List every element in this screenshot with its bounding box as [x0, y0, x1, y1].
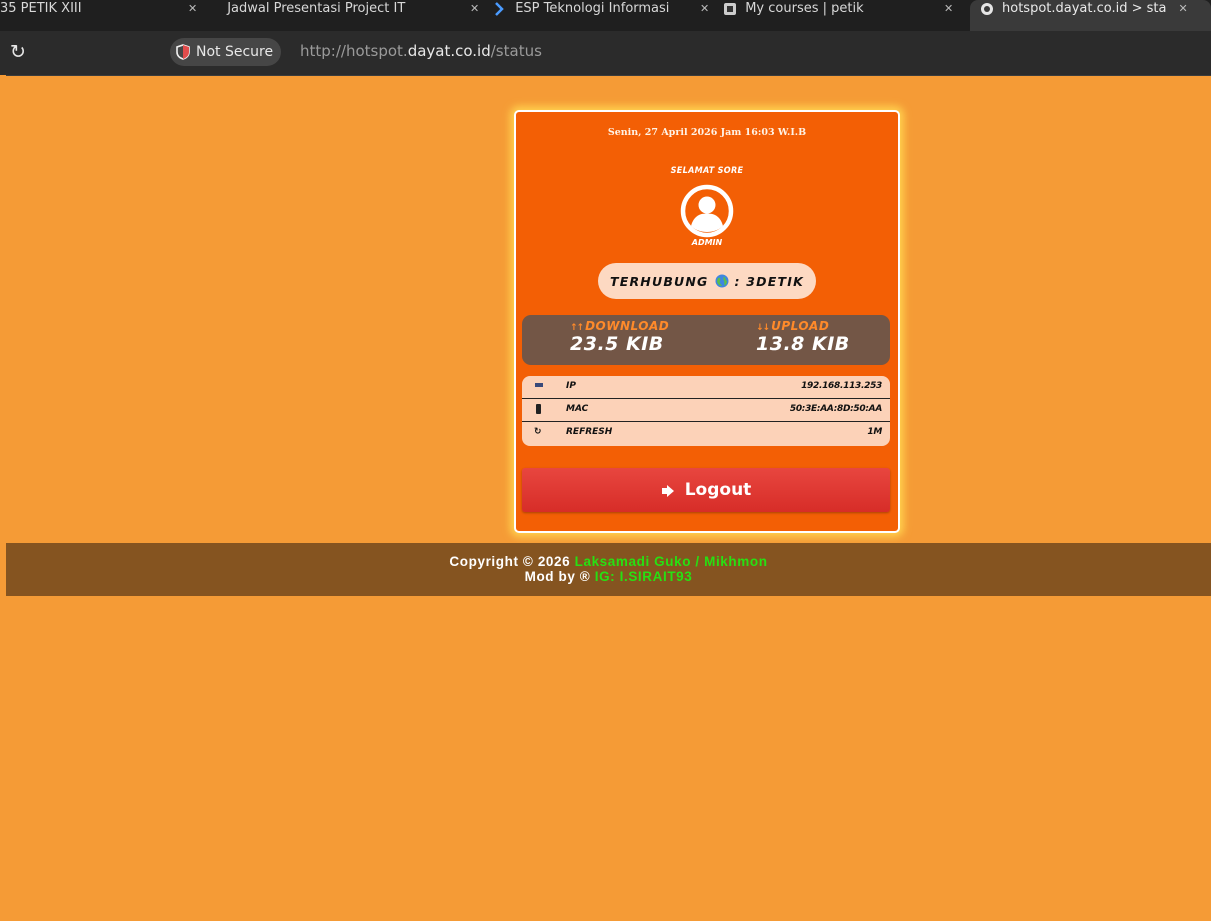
browser-tab[interactable]: 35 PETIK XIII [0, 0, 150, 31]
browser-tab[interactable]: ✕ Jadwal Presentasi Project IT [188, 0, 468, 31]
url-field[interactable]: http://hotspot.dayat.co.id/status [300, 42, 542, 60]
tab-title: hotspot.dayat.co.id > sta [1002, 1, 1167, 16]
copyright-line: Copyright © 2026 Laksamadi Guko / Mikhmo… [6, 554, 1211, 569]
connection-status-badge: TERHUBUNG : 3DETIK [598, 263, 816, 299]
tab-title: ESP Teknologi Informasi [515, 1, 670, 16]
datetime-text: Senin, 27 April 2026 Jam 16:03 W.I.B [607, 127, 807, 138]
info-label: IP [566, 381, 576, 391]
browser-tab[interactable]: ✕ My courses | petik [700, 0, 940, 31]
status-card: Senin, 27 April 2026 Jam 16:03 W.I.B SEL… [514, 110, 900, 533]
upload-stat: ↓↓ UPLOAD 13.8 KIB [756, 319, 896, 355]
info-label: REFRESH [566, 427, 613, 437]
mod-line: Mod by ® IG: I.SIRAIT93 [6, 569, 1211, 584]
globe-icon [715, 274, 729, 288]
url-prefix: http://hotspot. [300, 42, 408, 60]
close-icon[interactable]: ✕ [1178, 2, 1187, 15]
close-icon[interactable]: ✕ [944, 2, 953, 15]
browser-tab[interactable]: ✕ ESP Teknologi Informasi [470, 0, 720, 31]
info-row-ip: IP 192.168.113.253 [522, 376, 890, 399]
download-label: DOWNLOAD [585, 319, 670, 333]
mikhmon-link[interactable]: Laksamadi Guko / Mikhmon [575, 554, 768, 569]
mod-text: Mod by ® [524, 569, 591, 584]
logout-label: Logout [684, 480, 752, 500]
shield-icon [176, 44, 190, 60]
username-text: ADMIN [691, 238, 723, 247]
tab-title: 35 PETIK XIII [0, 1, 82, 16]
tab-title: Jadwal Presentasi Project IT [227, 1, 406, 16]
info-label: MAC [566, 404, 589, 414]
upload-label: UPLOAD [771, 319, 830, 333]
connection-uptime: : 3DETIK [734, 273, 804, 289]
close-icon[interactable]: ✕ [700, 2, 709, 15]
greeting-text: SELAMAT SORE [670, 166, 744, 176]
session-info-table: IP 192.168.113.253 MAC 50:3E:AA:8D:50:AA… [522, 376, 890, 446]
logout-button[interactable]: Logout [522, 468, 890, 512]
info-row-refresh: ↻ REFRESH 1M [522, 422, 890, 444]
copyright-text: Copyright © 2026 [449, 554, 571, 569]
security-indicator[interactable]: Not Secure [170, 38, 282, 66]
monitor-icon [534, 381, 544, 392]
connection-label: TERHUBUNG [610, 273, 709, 289]
tab-favicon-icon [980, 2, 994, 16]
sign-out-icon [661, 483, 675, 497]
browser-tab-bar: 35 PETIK XIII ✕ Jadwal Presentasi Projec… [0, 0, 1211, 31]
page-edge [0, 75, 6, 921]
tab-favicon-icon [723, 2, 737, 16]
upload-value: 13.8 KIB [756, 333, 850, 355]
info-value: 192.168.113.253 [801, 381, 882, 391]
upload-arrows-icon: ↓↓ [756, 323, 770, 333]
info-value: 1M [867, 427, 882, 437]
traffic-stats-panel: ↑↑ DOWNLOAD 23.5 KIB ↓↓ UPLOAD 13.8 KIB [522, 315, 890, 365]
mobile-icon [534, 404, 544, 417]
info-row-mac: MAC 50:3E:AA:8D:50:AA [522, 399, 890, 422]
close-icon[interactable]: ✕ [188, 2, 197, 15]
security-label: Not Secure [196, 44, 274, 60]
user-avatar-icon [680, 184, 734, 238]
instagram-link[interactable]: IG: I.SIRAIT93 [595, 569, 693, 584]
download-arrows-icon: ↑↑ [570, 323, 584, 333]
upload-label-row: ↓↓ UPLOAD [756, 319, 896, 333]
download-stat: ↑↑ DOWNLOAD 23.5 KIB [570, 319, 710, 355]
download-label-row: ↑↑ DOWNLOAD [570, 319, 710, 333]
tab-favicon-icon [493, 1, 507, 16]
reload-icon[interactable]: ↻ [7, 41, 29, 63]
page-footer: Copyright © 2026 Laksamadi Guko / Mikhmo… [6, 543, 1211, 596]
info-value: 50:3E:AA:8D:50:AA [789, 404, 882, 414]
url-path: /status [490, 42, 542, 60]
url-domain: dayat.co.id [407, 42, 491, 60]
download-value: 23.5 KIB [570, 333, 664, 355]
close-icon[interactable]: ✕ [470, 2, 479, 15]
refresh-icon: ↻ [534, 427, 542, 437]
browser-tab-active[interactable]: hotspot.dayat.co.id > sta ✕ [970, 0, 1211, 31]
tab-title: My courses | petik [745, 1, 864, 16]
